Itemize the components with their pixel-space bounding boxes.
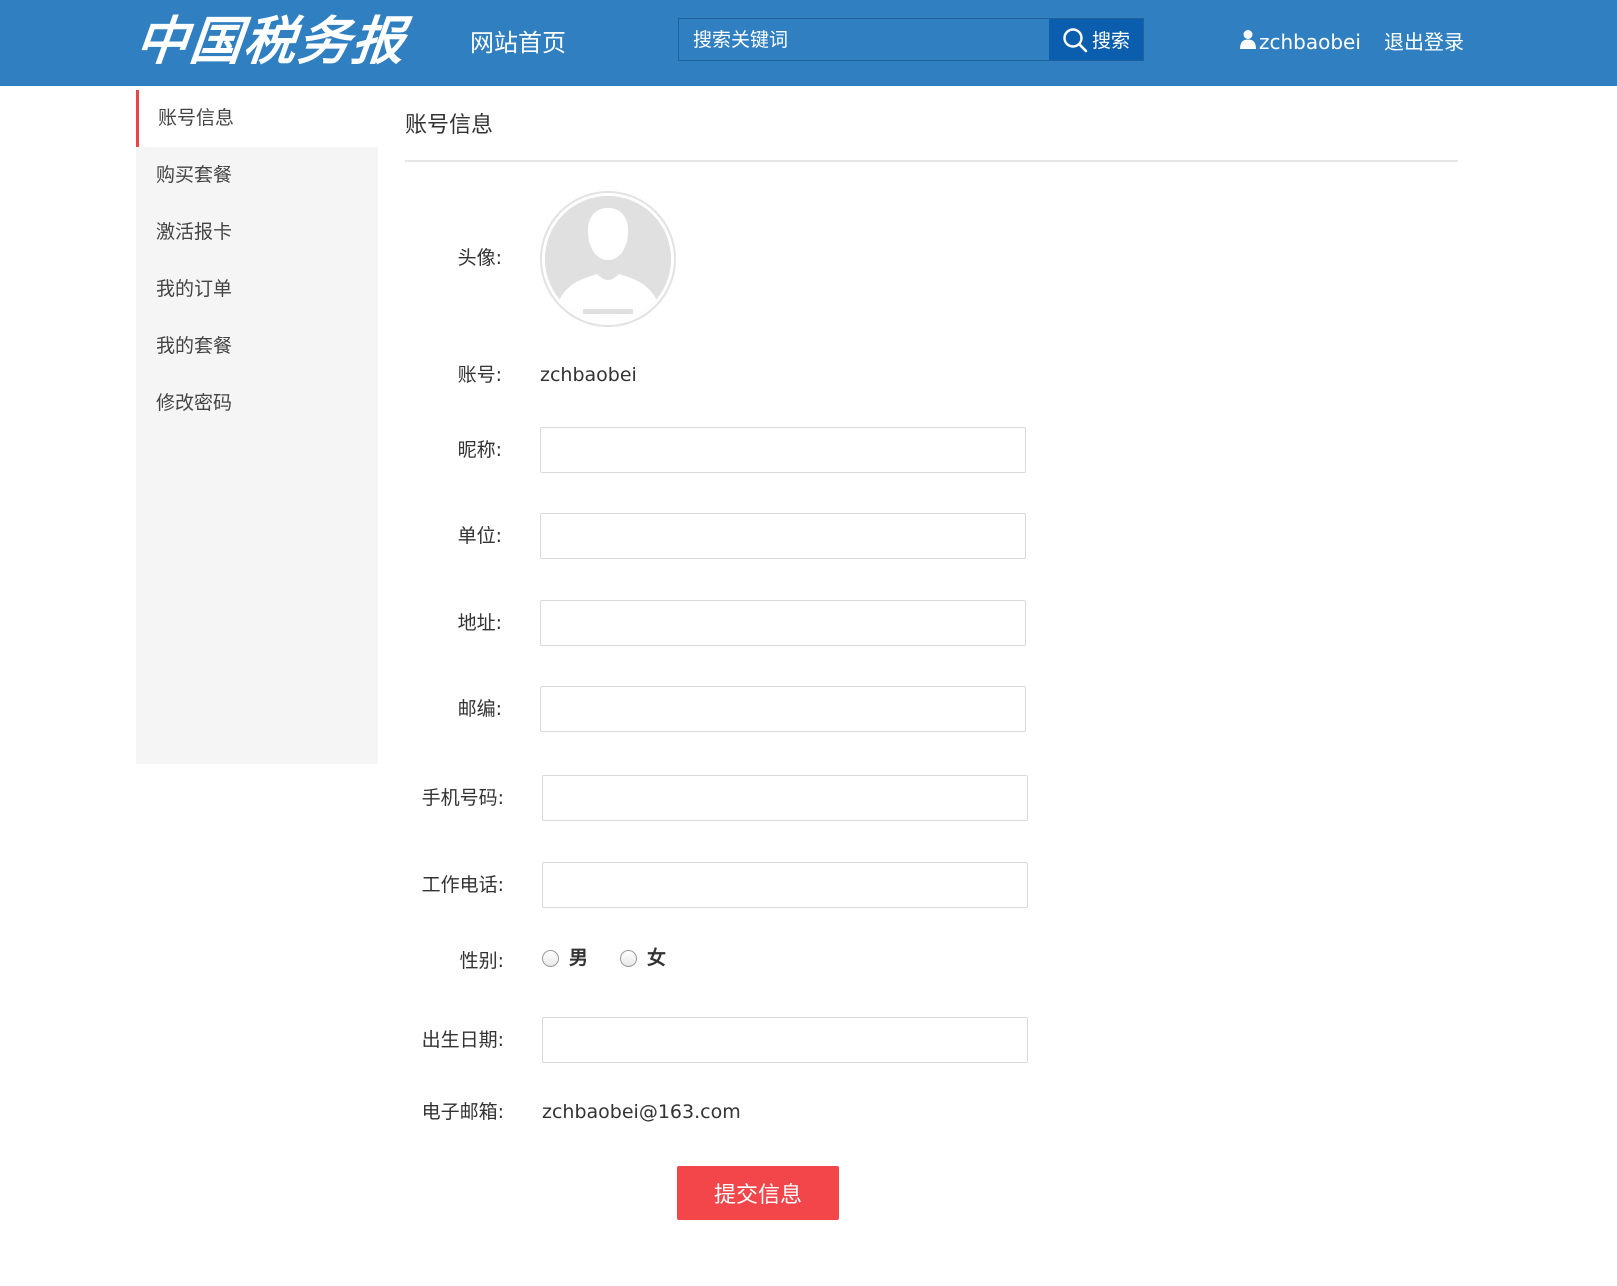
site-logo[interactable]: 中国税务报 bbox=[132, 6, 409, 78]
email-label: 电子邮箱: bbox=[421, 1101, 504, 1123]
search-button[interactable]: 搜索 bbox=[1049, 19, 1143, 60]
user-profile-link[interactable]: zchbaobei bbox=[1240, 28, 1361, 56]
search-icon bbox=[1062, 27, 1088, 53]
mobile-label: 手机号码: bbox=[421, 787, 504, 809]
avatar[interactable] bbox=[540, 191, 676, 327]
sidebar-item-my-packages[interactable]: 我的套餐 bbox=[136, 318, 378, 375]
email-value: zchbaobei@163.com bbox=[542, 1101, 741, 1123]
sidebar-item-buy-package[interactable]: 购买套餐 bbox=[136, 147, 378, 204]
sidebar-item-my-orders[interactable]: 我的订单 bbox=[136, 261, 378, 318]
submit-button[interactable]: 提交信息 bbox=[677, 1166, 839, 1220]
account-value: zchbaobei bbox=[540, 364, 637, 386]
nickname-input[interactable] bbox=[540, 427, 1026, 473]
gender-male-radio-circle[interactable] bbox=[542, 949, 559, 967]
sidebar-item-activate-card[interactable]: 激活报卡 bbox=[136, 204, 378, 261]
postcode-input[interactable] bbox=[540, 686, 1026, 732]
address-label: 地址: bbox=[457, 612, 502, 634]
sidebar-item-change-password[interactable]: 修改密码 bbox=[136, 375, 378, 432]
title-divider bbox=[405, 160, 1458, 162]
top-header: 中国税务报 网站首页 搜索 zchbaobei 退出登录 bbox=[0, 0, 1617, 86]
gender-female-radio-circle[interactable] bbox=[620, 949, 637, 967]
user-icon bbox=[1240, 28, 1256, 56]
work-phone-label: 工作电话: bbox=[421, 874, 504, 896]
gender-female-radio[interactable]: 女 bbox=[620, 944, 666, 972]
username-label: zchbaobei bbox=[1259, 30, 1361, 54]
gender-male-radio[interactable]: 男 bbox=[542, 944, 588, 972]
nickname-label: 昵称: bbox=[457, 439, 502, 461]
nav-home-link[interactable]: 网站首页 bbox=[470, 26, 566, 60]
birthday-label: 出生日期: bbox=[421, 1029, 504, 1051]
gender-label: 性别: bbox=[459, 950, 504, 972]
gender-male-label: 男 bbox=[569, 947, 589, 969]
account-label: 账号: bbox=[457, 364, 502, 386]
unit-label: 单位: bbox=[457, 525, 502, 547]
sidebar: 账号信息 购买套餐 激活报卡 我的订单 我的套餐 修改密码 bbox=[136, 90, 378, 764]
postcode-label: 邮编: bbox=[457, 698, 502, 720]
search-input[interactable] bbox=[679, 19, 1051, 60]
birthday-input[interactable] bbox=[542, 1017, 1028, 1063]
search-box: 搜索 bbox=[678, 18, 1144, 61]
logout-link[interactable]: 退出登录 bbox=[1384, 28, 1464, 56]
unit-input[interactable] bbox=[540, 513, 1026, 559]
avatar-placeholder-icon bbox=[545, 196, 671, 322]
address-input[interactable] bbox=[540, 600, 1026, 646]
gender-female-label: 女 bbox=[647, 947, 667, 969]
avatar-label: 头像: bbox=[457, 247, 502, 269]
work-phone-input[interactable] bbox=[542, 862, 1028, 908]
mobile-input[interactable] bbox=[542, 775, 1028, 821]
sidebar-item-account-info[interactable]: 账号信息 bbox=[136, 90, 378, 147]
search-button-label: 搜索 bbox=[1091, 30, 1130, 52]
page-title: 账号信息 bbox=[405, 113, 494, 138]
